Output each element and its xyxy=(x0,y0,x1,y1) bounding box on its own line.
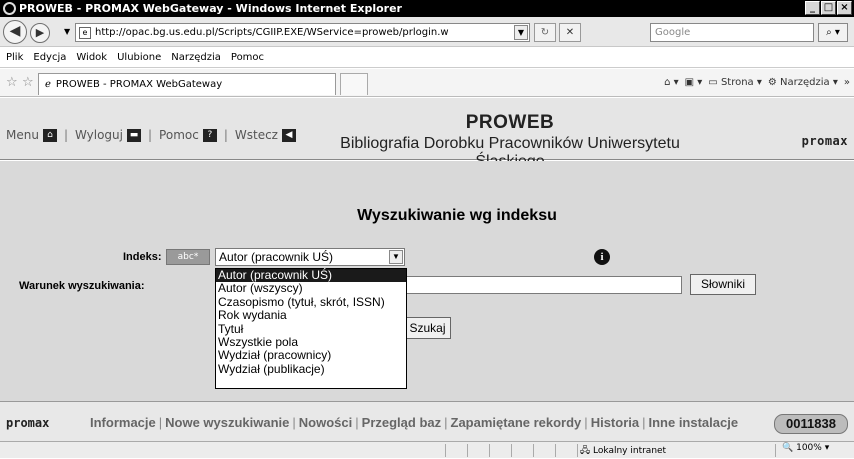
page-title: PROWEB xyxy=(465,112,555,133)
zone-label: Lokalny intranet xyxy=(593,446,667,456)
footer-link-info[interactable]: Informacje xyxy=(90,415,156,430)
index-label: Indeks: xyxy=(123,251,162,263)
dropdown-option[interactable]: Tytuł xyxy=(216,322,406,336)
search-form-area: Wyszukiwanie wg indeksu Indeks: abc* Aut… xyxy=(0,161,854,401)
intranet-icon: 🖧 xyxy=(580,446,591,456)
address-toolbar: ◀ ▶ ▼ e http://opac.bg.us.edu.pl/Scripts… xyxy=(0,17,854,47)
tools-menu[interactable]: ⚙ Narzędzia ▾ xyxy=(768,77,838,88)
index-dropdown-list: Autor (pracownik UŚ) Autor (wszyscy) Cza… xyxy=(215,268,407,389)
footer-link-history[interactable]: Historia xyxy=(591,415,639,430)
window-controls: _ □ × xyxy=(805,1,852,15)
dropdown-option[interactable]: Autor (wszyscy) xyxy=(216,281,406,295)
select-arrow-icon[interactable]: ▼ xyxy=(389,250,403,264)
page-menu-label: Strona xyxy=(720,77,754,88)
search-input[interactable]: Google xyxy=(650,23,814,42)
address-dropdown-icon[interactable]: ▼ xyxy=(514,25,528,40)
search-button[interactable]: ⌕ ▾ xyxy=(818,23,848,42)
abc-button[interactable]: abc* xyxy=(166,249,210,265)
address-bar[interactable]: e http://opac.bg.us.edu.pl/Scripts/CGIIP… xyxy=(75,23,530,42)
ie-icon xyxy=(3,2,16,15)
tab-proweb[interactable]: ℯ PROWEB - PROMAX WebGateway xyxy=(38,73,336,95)
nav-back-link[interactable]: Wstecz xyxy=(235,128,278,142)
window-title: PROWEB - PROMAX WebGateway - Windows Int… xyxy=(19,2,402,15)
address-url[interactable]: http://opac.bg.us.edu.pl/Scripts/CGIIP.E… xyxy=(95,27,514,38)
feeds-icon[interactable]: ▣ ▾ xyxy=(685,77,703,88)
new-tab-button[interactable] xyxy=(340,73,368,95)
dropdown-option[interactable]: Wydział (publikacje) xyxy=(216,362,406,376)
nav-logout-link[interactable]: Wyloguj xyxy=(75,128,123,142)
forward-button[interactable]: ▶ xyxy=(30,23,50,43)
promax-logo: promax xyxy=(801,134,848,148)
maximize-button[interactable]: □ xyxy=(821,1,836,15)
home-icon[interactable]: ⌂ xyxy=(42,128,57,142)
condition-label: Warunek wyszukiwania: xyxy=(19,280,145,292)
dictionaries-button[interactable]: Słowniki xyxy=(690,274,756,295)
menu-item-edycja[interactable]: Edycja xyxy=(33,52,66,63)
page-footer: promax Informacje | Nowe wyszukiwanie | Nowo… xyxy=(0,401,854,441)
index-select[interactable]: Autor (pracownik UŚ) ▼ xyxy=(215,248,405,266)
footer-promax-logo: promax xyxy=(6,416,50,430)
status-bar: 🖧 Lokalny intranet 🔍 100% ▾ xyxy=(0,441,854,458)
security-zone[interactable]: 🖧 Lokalny intranet xyxy=(580,443,666,459)
history-dropdown-icon[interactable]: ▼ xyxy=(64,27,70,36)
page-header: Menu ⌂ | Wyloguj ▬ | Pomoc ? | Wstecz ◀ … xyxy=(0,98,854,170)
footer-links: Informacje | Nowe wyszukiwanie | Nowości | Prz… xyxy=(90,415,739,430)
visit-counter: 0011838 xyxy=(774,414,848,434)
menu-item-ulubione[interactable]: Ulubione xyxy=(117,52,161,63)
back-button[interactable]: ◀ xyxy=(3,20,27,44)
zoom-icon: 🔍 xyxy=(782,443,794,453)
tab-row: ☆ ☆ ℯ PROWEB - PROMAX WebGateway ⌂ ▾ ▣ ▾… xyxy=(0,69,854,97)
menu-item-widok[interactable]: Widok xyxy=(76,52,107,63)
nav-help-link[interactable]: Pomoc xyxy=(159,128,199,142)
menu-bar: Plik Edycja Widok Ulubione Narzędzia Pom… xyxy=(0,48,854,68)
back-arrow-icon[interactable]: ◀ xyxy=(281,128,296,142)
zoom-level: 100% xyxy=(796,443,822,453)
top-navigation: Menu ⌂ | Wyloguj ▬ | Pomoc ? | Wstecz ◀ xyxy=(6,128,296,142)
menu-item-plik[interactable]: Plik xyxy=(6,52,23,63)
page-menu[interactable]: ▭ Strona ▾ xyxy=(708,77,762,88)
refresh-button[interactable]: ↻ xyxy=(534,23,556,42)
menu-item-narzedzia[interactable]: Narzędzia xyxy=(171,52,221,63)
footer-link-new-search[interactable]: Nowe wyszukiwanie xyxy=(165,415,289,430)
form-heading: Wyszukiwanie wg indeksu xyxy=(357,207,557,224)
help-icon[interactable]: ? xyxy=(202,128,217,142)
tab-label: PROWEB - PROMAX WebGateway xyxy=(55,79,223,90)
tools-menu-label: Narzędzia xyxy=(780,77,830,88)
footer-link-databases[interactable]: Przegląd baz xyxy=(362,415,441,430)
nav-menu-link[interactable]: Menu xyxy=(6,128,39,142)
stop-button[interactable]: ✕ xyxy=(559,23,581,42)
dropdown-option[interactable]: Czasopismo (tytuł, skrót, ISSN) xyxy=(216,295,406,309)
index-select-value: Autor (pracownik UŚ) xyxy=(219,250,334,264)
ie-tab-icon: ℯ xyxy=(45,79,51,90)
page-icon: e xyxy=(79,26,91,39)
logout-icon[interactable]: ▬ xyxy=(127,128,141,142)
window-titlebar: PROWEB - PROMAX WebGateway - Windows Int… xyxy=(0,0,854,17)
more-chevron-icon[interactable]: » xyxy=(844,77,850,88)
favorites-star-icon[interactable]: ☆ xyxy=(6,75,18,90)
condition-input[interactable] xyxy=(405,276,682,294)
dropdown-option[interactable]: Rok wydania xyxy=(216,308,406,322)
dropdown-option[interactable]: Autor (pracownik UŚ) xyxy=(216,268,406,283)
dropdown-option[interactable]: Wszystkie pola xyxy=(216,335,406,349)
info-icon[interactable]: i xyxy=(594,249,610,265)
menu-item-pomoc[interactable]: Pomoc xyxy=(231,52,264,63)
minimize-button[interactable]: _ xyxy=(805,1,820,15)
footer-link-other[interactable]: Inne instalacje xyxy=(648,415,738,430)
close-button[interactable]: × xyxy=(837,1,852,15)
search-submit-button[interactable]: Szukaj xyxy=(404,317,451,339)
zoom-control[interactable]: 🔍 100% ▾ xyxy=(782,443,829,453)
footer-link-saved[interactable]: Zapamiętane rekordy xyxy=(451,415,582,430)
dropdown-option[interactable]: Wydział (pracownicy) xyxy=(216,348,406,362)
footer-link-news[interactable]: Nowości xyxy=(299,415,352,430)
home-icon[interactable]: ⌂ ▾ xyxy=(664,77,679,88)
command-bar: ⌂ ▾ ▣ ▾ ▭ Strona ▾ ⚙ Narzędzia ▾ » xyxy=(664,77,850,88)
add-favorites-icon[interactable]: ☆ xyxy=(22,75,34,90)
